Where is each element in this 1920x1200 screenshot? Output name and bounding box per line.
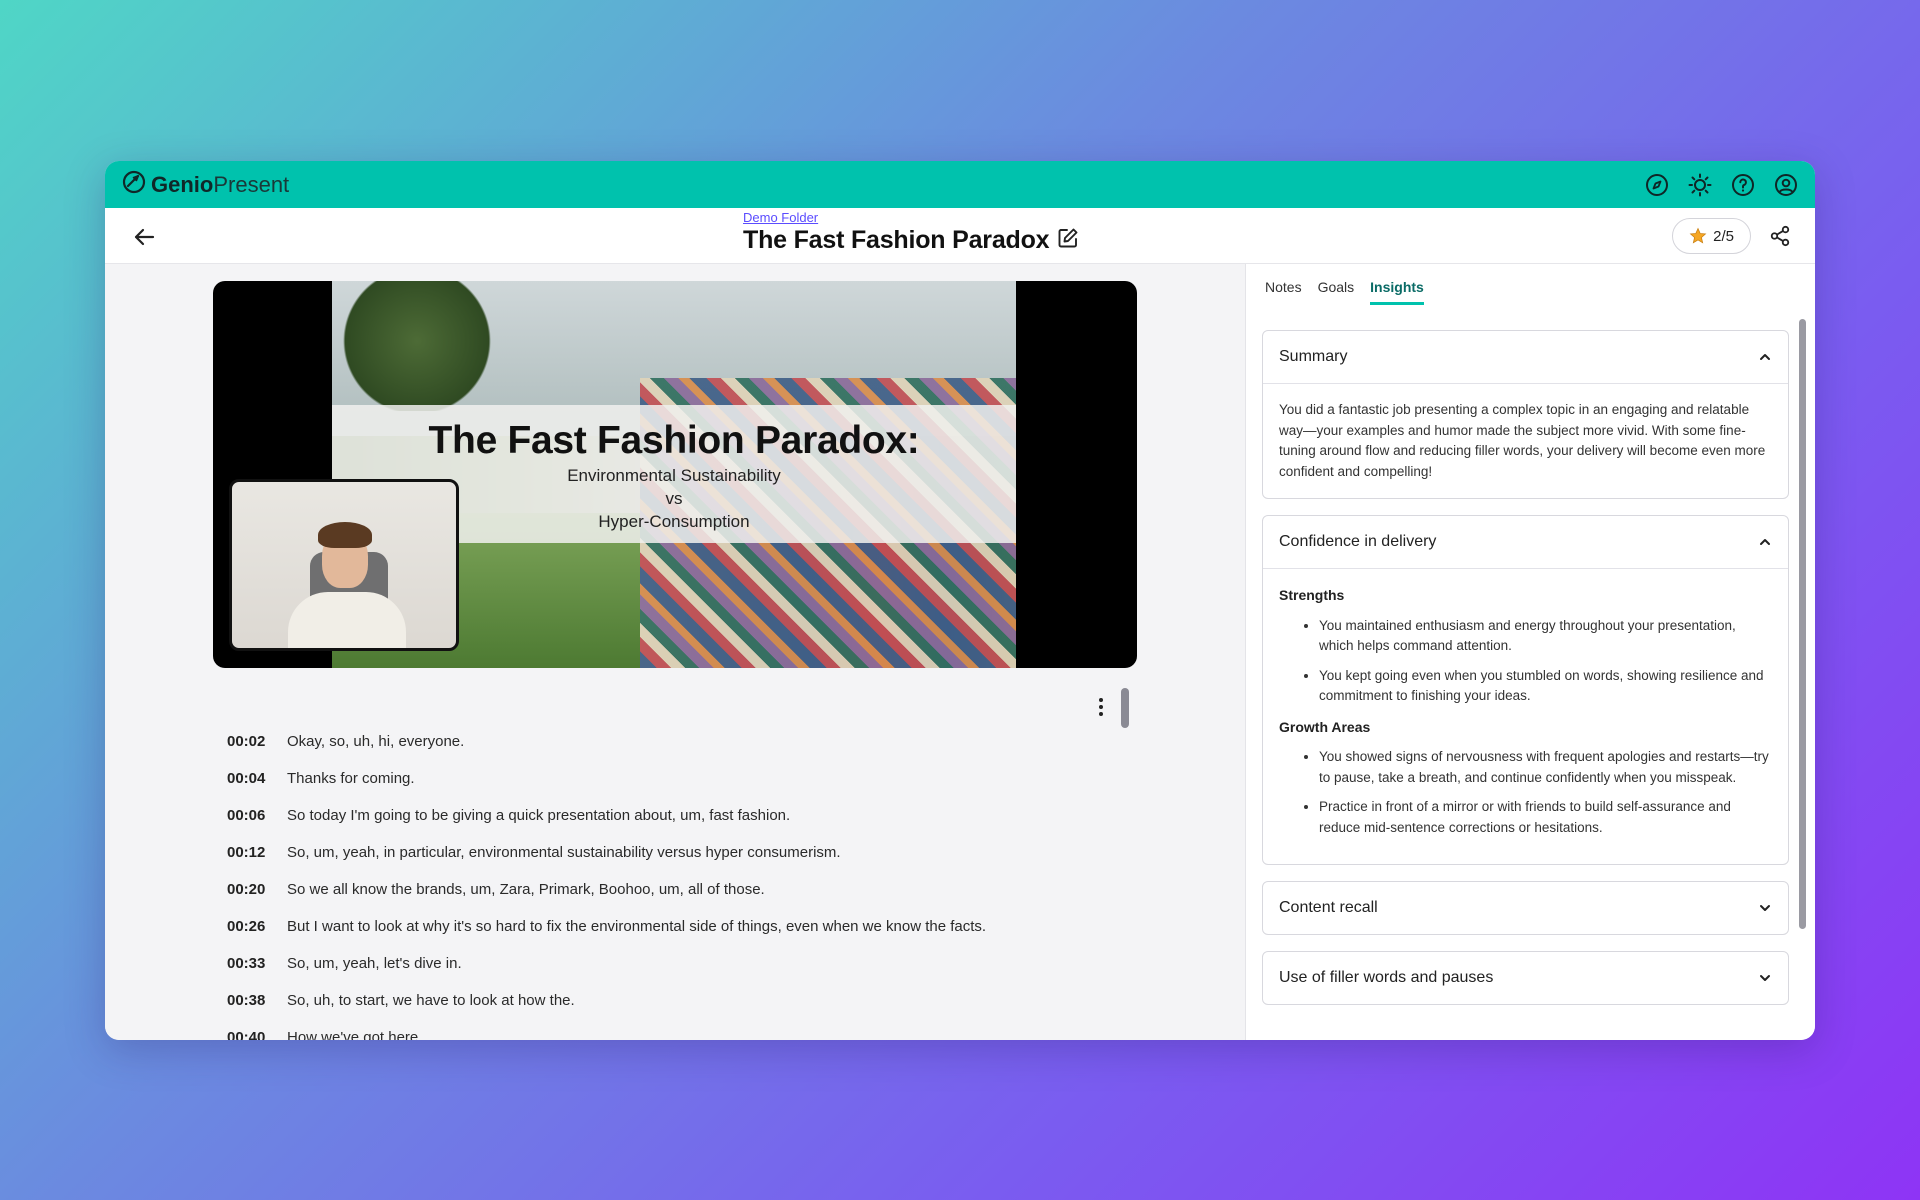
folder-breadcrumb-link[interactable]: Demo Folder (743, 210, 1079, 225)
transcript-list: 00:02 Okay, so, uh, hi, everyone. 00:04 Th… (227, 733, 986, 1040)
transcript-text: So today I'm going to be giving a quick … (287, 807, 791, 824)
transcript-text: So we all know the brands, um, Zara, Pri… (287, 881, 765, 898)
rating-button[interactable]: 2/5 (1672, 218, 1751, 254)
timestamp: 00:12 (227, 844, 266, 861)
edit-title-icon[interactable] (1057, 227, 1079, 254)
back-button[interactable] (131, 224, 157, 250)
timestamp: 00:40 (227, 1029, 266, 1040)
transcript-text: Okay, so, uh, hi, everyone. (287, 733, 465, 750)
chevron-up-icon (1760, 539, 1770, 545)
timestamp: 00:26 (227, 918, 266, 935)
logo-text-present: Present (213, 171, 290, 197)
transcript-line[interactable]: 00:04 Thanks for coming. (227, 770, 986, 807)
transcript-line[interactable]: 00:26 But I want to look at why it's so h… (227, 918, 986, 955)
logo-icon (121, 169, 147, 201)
confidence-card: Confidence in delivery Strengths You mai… (1262, 515, 1789, 865)
growth-heading: Growth Areas (1279, 718, 1371, 735)
app-bar: Genio Present (105, 161, 1815, 208)
insights-panel: Summary You did a fantastic job presenti… (1246, 330, 1815, 1040)
summary-title: Summary (1279, 348, 1348, 365)
transcript-text: So, um, yeah, in particular, environment… (287, 844, 841, 861)
logo-text-genio: Genio (151, 171, 214, 197)
transcript-line[interactable]: 00:02 Okay, so, uh, hi, everyone. (227, 733, 986, 770)
star-icon (1689, 227, 1707, 244)
timestamp: 00:33 (227, 955, 266, 972)
app-logo[interactable]: Genio Present (121, 169, 289, 201)
transcript-scrollbar[interactable] (1121, 688, 1129, 728)
transcript-text: So, uh, to start, we have to look at how… (287, 992, 575, 1009)
share-icon (1770, 225, 1790, 247)
strengths-list: You maintained enthusiasm and energy thr… (1301, 616, 1772, 707)
slide-title: The Fast Fashion Paradox: (428, 419, 920, 462)
summary-card: Summary You did a fantastic job presenti… (1262, 330, 1789, 499)
chevron-up-icon (1760, 354, 1770, 360)
transcript-text: So, um, yeah, let's dive in. (287, 955, 462, 972)
list-item: You showed signs of nervousness with fre… (1319, 747, 1772, 788)
transcript-line[interactable]: 00:12 So, um, yeah, in particular, enviro… (227, 844, 986, 881)
summary-header[interactable]: Summary (1263, 331, 1788, 383)
tab-notes[interactable]: Notes (1265, 279, 1302, 305)
content-recall-header[interactable]: Content recall (1263, 882, 1788, 934)
list-item: You kept going even when you stumbled on… (1319, 666, 1772, 707)
account-icon[interactable] (1773, 172, 1799, 198)
strengths-heading: Strengths (1279, 587, 1345, 603)
summary-text: You did a fantastic job presenting a com… (1279, 402, 1766, 479)
video-player[interactable]: The Fast Fashion Paradox: Environmental … (213, 281, 1137, 668)
compass-icon[interactable] (1644, 172, 1670, 198)
transcript-line[interactable]: 00:40 How we've got here. (227, 1029, 986, 1040)
transcript-text: How we've got here. (287, 1029, 423, 1040)
transcript-line[interactable]: 00:33 So, um, yeah, let's dive in. (227, 955, 986, 992)
side-panel: Notes Goals Insights Summary You did a f… (1245, 264, 1815, 1040)
timestamp: 00:04 (227, 770, 266, 787)
webcam-overlay[interactable] (229, 479, 459, 651)
app-window: Genio Present Demo Folder The Fast Fashio… (105, 161, 1815, 1040)
more-vertical-icon (1099, 698, 1103, 716)
list-item: You maintained enthusiasm and energy thr… (1319, 616, 1772, 657)
filler-words-header[interactable]: Use of filler words and pauses (1263, 952, 1788, 1004)
side-panel-tabs: Notes Goals Insights (1246, 264, 1815, 330)
timestamp: 00:38 (227, 992, 266, 1009)
timestamp: 00:20 (227, 881, 266, 898)
sun-icon[interactable] (1687, 172, 1713, 198)
confidence-body: Strengths You maintained enthusiasm and … (1263, 568, 1788, 864)
chevron-down-icon (1760, 975, 1770, 981)
help-icon[interactable] (1730, 172, 1756, 198)
transcript-line[interactable]: 00:06 So today I'm going to be giving a q… (227, 807, 986, 844)
page-title: The Fast Fashion Paradox (743, 226, 1050, 254)
confidence-title: Confidence in delivery (1279, 533, 1437, 550)
confidence-header[interactable]: Confidence in delivery (1263, 516, 1788, 568)
transcript-text: Thanks for coming. (287, 770, 415, 787)
content-recall-card: Content recall (1262, 881, 1789, 935)
transcript-more-button[interactable] (1092, 694, 1110, 720)
content-recall-title: Content recall (1279, 899, 1378, 916)
document-header: Demo Folder The Fast Fashion Paradox 2/5 (105, 208, 1815, 264)
tab-insights[interactable]: Insights (1370, 279, 1424, 305)
timestamp: 00:02 (227, 733, 266, 750)
list-item: Practice in front of a mirror or with fr… (1319, 797, 1772, 838)
transcript-line[interactable]: 00:20 So we all know the brands, um, Zara… (227, 881, 986, 918)
filler-words-title: Use of filler words and pauses (1279, 969, 1494, 986)
share-button[interactable] (1767, 223, 1793, 249)
rating-value: 2/5 (1713, 227, 1734, 245)
chevron-down-icon (1760, 905, 1770, 911)
timestamp: 00:06 (227, 807, 266, 824)
transcript-text: But I want to look at why it's so hard t… (287, 918, 987, 935)
transcript-line[interactable]: 00:38 So, uh, to start, we have to look a… (227, 992, 986, 1029)
growth-list: You showed signs of nervousness with fre… (1301, 747, 1772, 838)
player-area: The Fast Fashion Paradox: Environmental … (105, 264, 1245, 1040)
arrow-left-icon (134, 228, 155, 246)
summary-body: You did a fantastic job presenting a com… (1263, 383, 1788, 498)
filler-words-card: Use of filler words and pauses (1262, 951, 1789, 1005)
tab-goals[interactable]: Goals (1318, 279, 1355, 305)
